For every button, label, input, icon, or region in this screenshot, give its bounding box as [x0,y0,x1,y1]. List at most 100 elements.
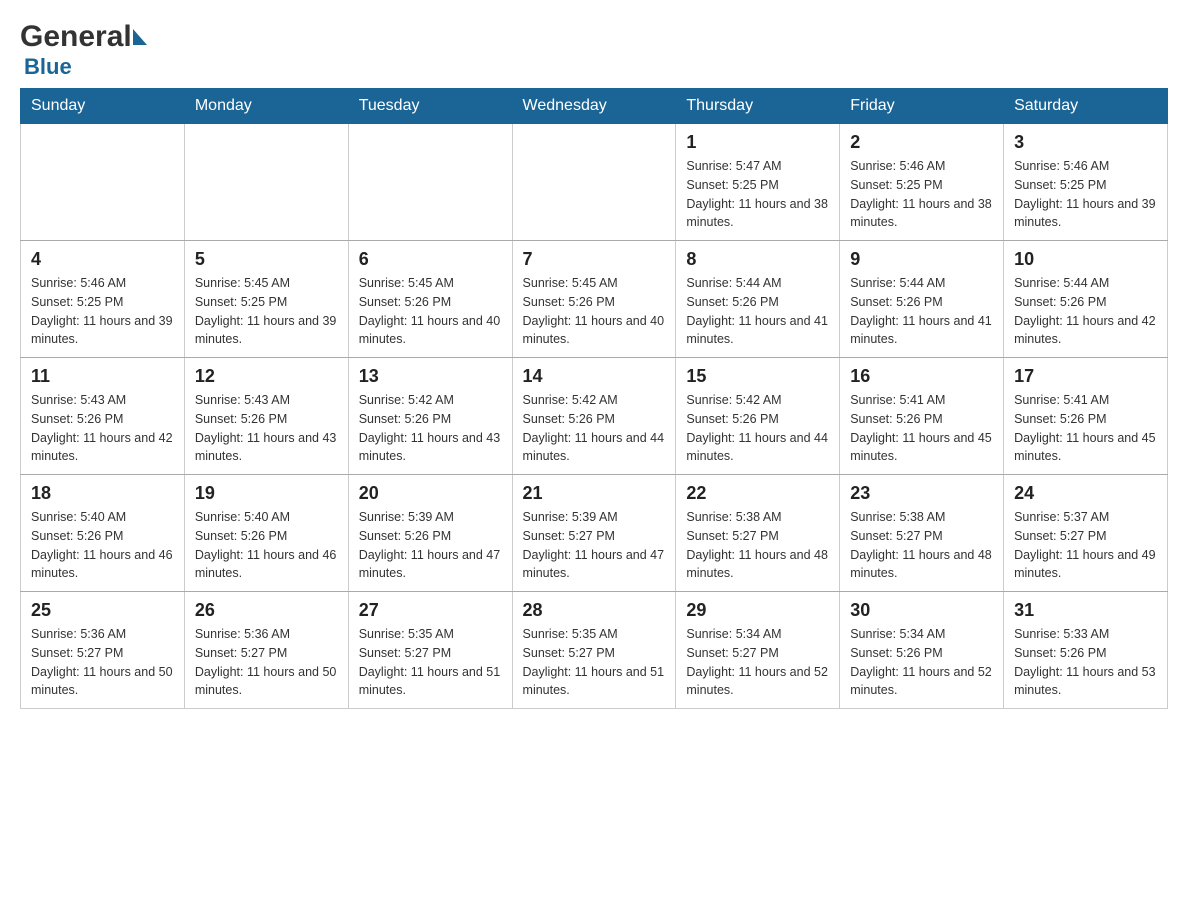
calendar-week-row: 25 Sunrise: 5:36 AMSunset: 5:27 PMDayligh… [21,592,1168,709]
calendar-cell: 18Sunrise: 5:40 AMSunset: 5:26 PMDayligh… [21,475,185,592]
day-info: Sunrise: 5:38 AMSunset: 5:27 PMDaylight:… [850,508,993,583]
day-number: 10 [1014,249,1157,270]
day-number: 7 [523,249,666,270]
day-number: 3 [1014,132,1157,153]
day-number: 6 [359,249,502,270]
day-info: Sunrise: 5:34 AMSunset: 5:26 PMDaylight:… [850,625,993,700]
day-number: 24 [1014,483,1157,504]
calendar-cell: 17Sunrise: 5:41 AMSunset: 5:26 PMDayligh… [1004,358,1168,475]
calendar-cell: 23 Sunrise: 5:38 AMSunset: 5:27 PMDayligh… [840,475,1004,592]
calendar-week-row: 11 Sunrise: 5:43 AMSunset: 5:26 PMDayligh… [21,358,1168,475]
calendar-cell: 21Sunrise: 5:39 AMSunset: 5:27 PMDayligh… [512,475,676,592]
calendar-cell: 26 Sunrise: 5:36 AMSunset: 5:27 PMDayligh… [184,592,348,709]
day-number: 28 [523,600,666,621]
day-number: 13 [359,366,502,387]
day-number: 27 [359,600,502,621]
day-info: Sunrise: 5:42 AMSunset: 5:26 PMDaylight:… [686,391,829,466]
calendar-cell [21,124,185,241]
day-info: Sunrise: 5:44 AMSunset: 5:26 PMDaylight:… [686,274,829,349]
day-info: Sunrise: 5:47 AMSunset: 5:25 PMDaylight:… [686,157,829,232]
day-info: Sunrise: 5:43 AMSunset: 5:26 PMDaylight:… [31,391,174,466]
day-info: Sunrise: 5:42 AMSunset: 5:26 PMDaylight:… [523,391,666,466]
calendar-cell: 22 Sunrise: 5:38 AMSunset: 5:27 PMDayligh… [676,475,840,592]
day-number: 25 [31,600,174,621]
calendar-cell: 27 Sunrise: 5:35 AMSunset: 5:27 PMDayligh… [348,592,512,709]
day-info: Sunrise: 5:43 AMSunset: 5:26 PMDaylight:… [195,391,338,466]
day-info: Sunrise: 5:36 AMSunset: 5:27 PMDaylight:… [195,625,338,700]
page-header: General Blue [20,20,1168,78]
day-number: 5 [195,249,338,270]
day-number: 8 [686,249,829,270]
day-number: 1 [686,132,829,153]
calendar-cell [348,124,512,241]
logo-triangle-icon [133,29,147,45]
day-number: 21 [523,483,666,504]
day-info: Sunrise: 5:44 AMSunset: 5:26 PMDaylight:… [1014,274,1157,349]
logo: General Blue [20,20,147,78]
day-info: Sunrise: 5:33 AMSunset: 5:26 PMDaylight:… [1014,625,1157,700]
day-info: Sunrise: 5:46 AMSunset: 5:25 PMDaylight:… [1014,157,1157,232]
calendar-cell: 31Sunrise: 5:33 AMSunset: 5:26 PMDayligh… [1004,592,1168,709]
day-info: Sunrise: 5:38 AMSunset: 5:27 PMDaylight:… [686,508,829,583]
calendar-cell: 9 Sunrise: 5:44 AMSunset: 5:26 PMDaylight… [840,241,1004,358]
calendar-week-row: 18 Sunrise: 5:40 AMSunset: 5:26 PMDayligh… [21,475,1168,592]
weekday-header-saturday: Saturday [1004,89,1168,124]
day-info: Sunrise: 5:45 AMSunset: 5:26 PMDaylight:… [523,274,666,349]
weekday-header-thursday: Thursday [676,89,840,124]
day-info: Sunrise: 5:34 AMSunset: 5:27 PMDaylight:… [686,625,829,700]
day-info: Sunrise: 5:46 AMSunset: 5:25 PMDaylight:… [31,274,174,349]
calendar-week-row: 4 Sunrise: 5:46 AMSunset: 5:25 PMDaylight… [21,241,1168,358]
day-info: Sunrise: 5:36 AMSunset: 5:27 PMDaylight:… [31,625,174,700]
calendar-cell [512,124,676,241]
calendar-cell: 4 Sunrise: 5:46 AMSunset: 5:25 PMDaylight… [21,241,185,358]
logo-general-text: General [20,20,132,54]
calendar-cell: 1 Sunrise: 5:47 AMSunset: 5:25 PMDaylight… [676,124,840,241]
day-number: 30 [850,600,993,621]
day-info: Sunrise: 5:45 AMSunset: 5:25 PMDaylight:… [195,274,338,349]
day-info: Sunrise: 5:46 AMSunset: 5:25 PMDaylight:… [850,157,993,232]
day-number: 17 [1014,366,1157,387]
day-number: 29 [686,600,829,621]
calendar-cell: 30 Sunrise: 5:34 AMSunset: 5:26 PMDayligh… [840,592,1004,709]
day-info: Sunrise: 5:41 AMSunset: 5:26 PMDaylight:… [850,391,993,466]
day-number: 19 [195,483,338,504]
calendar-cell: 13 Sunrise: 5:42 AMSunset: 5:26 PMDayligh… [348,358,512,475]
day-number: 18 [31,483,174,504]
calendar-cell: 14 Sunrise: 5:42 AMSunset: 5:26 PMDayligh… [512,358,676,475]
day-number: 4 [31,249,174,270]
day-info: Sunrise: 5:35 AMSunset: 5:27 PMDaylight:… [359,625,502,700]
calendar-cell: 11 Sunrise: 5:43 AMSunset: 5:26 PMDayligh… [21,358,185,475]
weekday-header-row: SundayMondayTuesdayWednesdayThursdayFrid… [21,89,1168,124]
day-info: Sunrise: 5:45 AMSunset: 5:26 PMDaylight:… [359,274,502,349]
day-number: 9 [850,249,993,270]
day-info: Sunrise: 5:44 AMSunset: 5:26 PMDaylight:… [850,274,993,349]
weekday-header-wednesday: Wednesday [512,89,676,124]
day-number: 14 [523,366,666,387]
calendar-cell: 12Sunrise: 5:43 AMSunset: 5:26 PMDayligh… [184,358,348,475]
day-number: 22 [686,483,829,504]
calendar-cell: 19 Sunrise: 5:40 AMSunset: 5:26 PMDayligh… [184,475,348,592]
calendar-cell: 25 Sunrise: 5:36 AMSunset: 5:27 PMDayligh… [21,592,185,709]
calendar-cell: 29 Sunrise: 5:34 AMSunset: 5:27 PMDayligh… [676,592,840,709]
day-info: Sunrise: 5:35 AMSunset: 5:27 PMDaylight:… [523,625,666,700]
calendar-cell: 15 Sunrise: 5:42 AMSunset: 5:26 PMDayligh… [676,358,840,475]
calendar-cell: 16Sunrise: 5:41 AMSunset: 5:26 PMDayligh… [840,358,1004,475]
day-number: 11 [31,366,174,387]
calendar-cell: 10 Sunrise: 5:44 AMSunset: 5:26 PMDayligh… [1004,241,1168,358]
day-number: 20 [359,483,502,504]
day-info: Sunrise: 5:39 AMSunset: 5:26 PMDaylight:… [359,508,502,583]
day-number: 23 [850,483,993,504]
calendar-cell: 28 Sunrise: 5:35 AMSunset: 5:27 PMDayligh… [512,592,676,709]
weekday-header-tuesday: Tuesday [348,89,512,124]
calendar-table: SundayMondayTuesdayWednesdayThursdayFrid… [20,88,1168,709]
calendar-cell: 7 Sunrise: 5:45 AMSunset: 5:26 PMDaylight… [512,241,676,358]
calendar-cell: 8 Sunrise: 5:44 AMSunset: 5:26 PMDaylight… [676,241,840,358]
day-number: 15 [686,366,829,387]
calendar-cell: 6 Sunrise: 5:45 AMSunset: 5:26 PMDaylight… [348,241,512,358]
day-number: 26 [195,600,338,621]
calendar-cell: 20 Sunrise: 5:39 AMSunset: 5:26 PMDayligh… [348,475,512,592]
calendar-week-row: 1 Sunrise: 5:47 AMSunset: 5:25 PMDaylight… [21,124,1168,241]
day-info: Sunrise: 5:40 AMSunset: 5:26 PMDaylight:… [195,508,338,583]
day-info: Sunrise: 5:42 AMSunset: 5:26 PMDaylight:… [359,391,502,466]
weekday-header-friday: Friday [840,89,1004,124]
